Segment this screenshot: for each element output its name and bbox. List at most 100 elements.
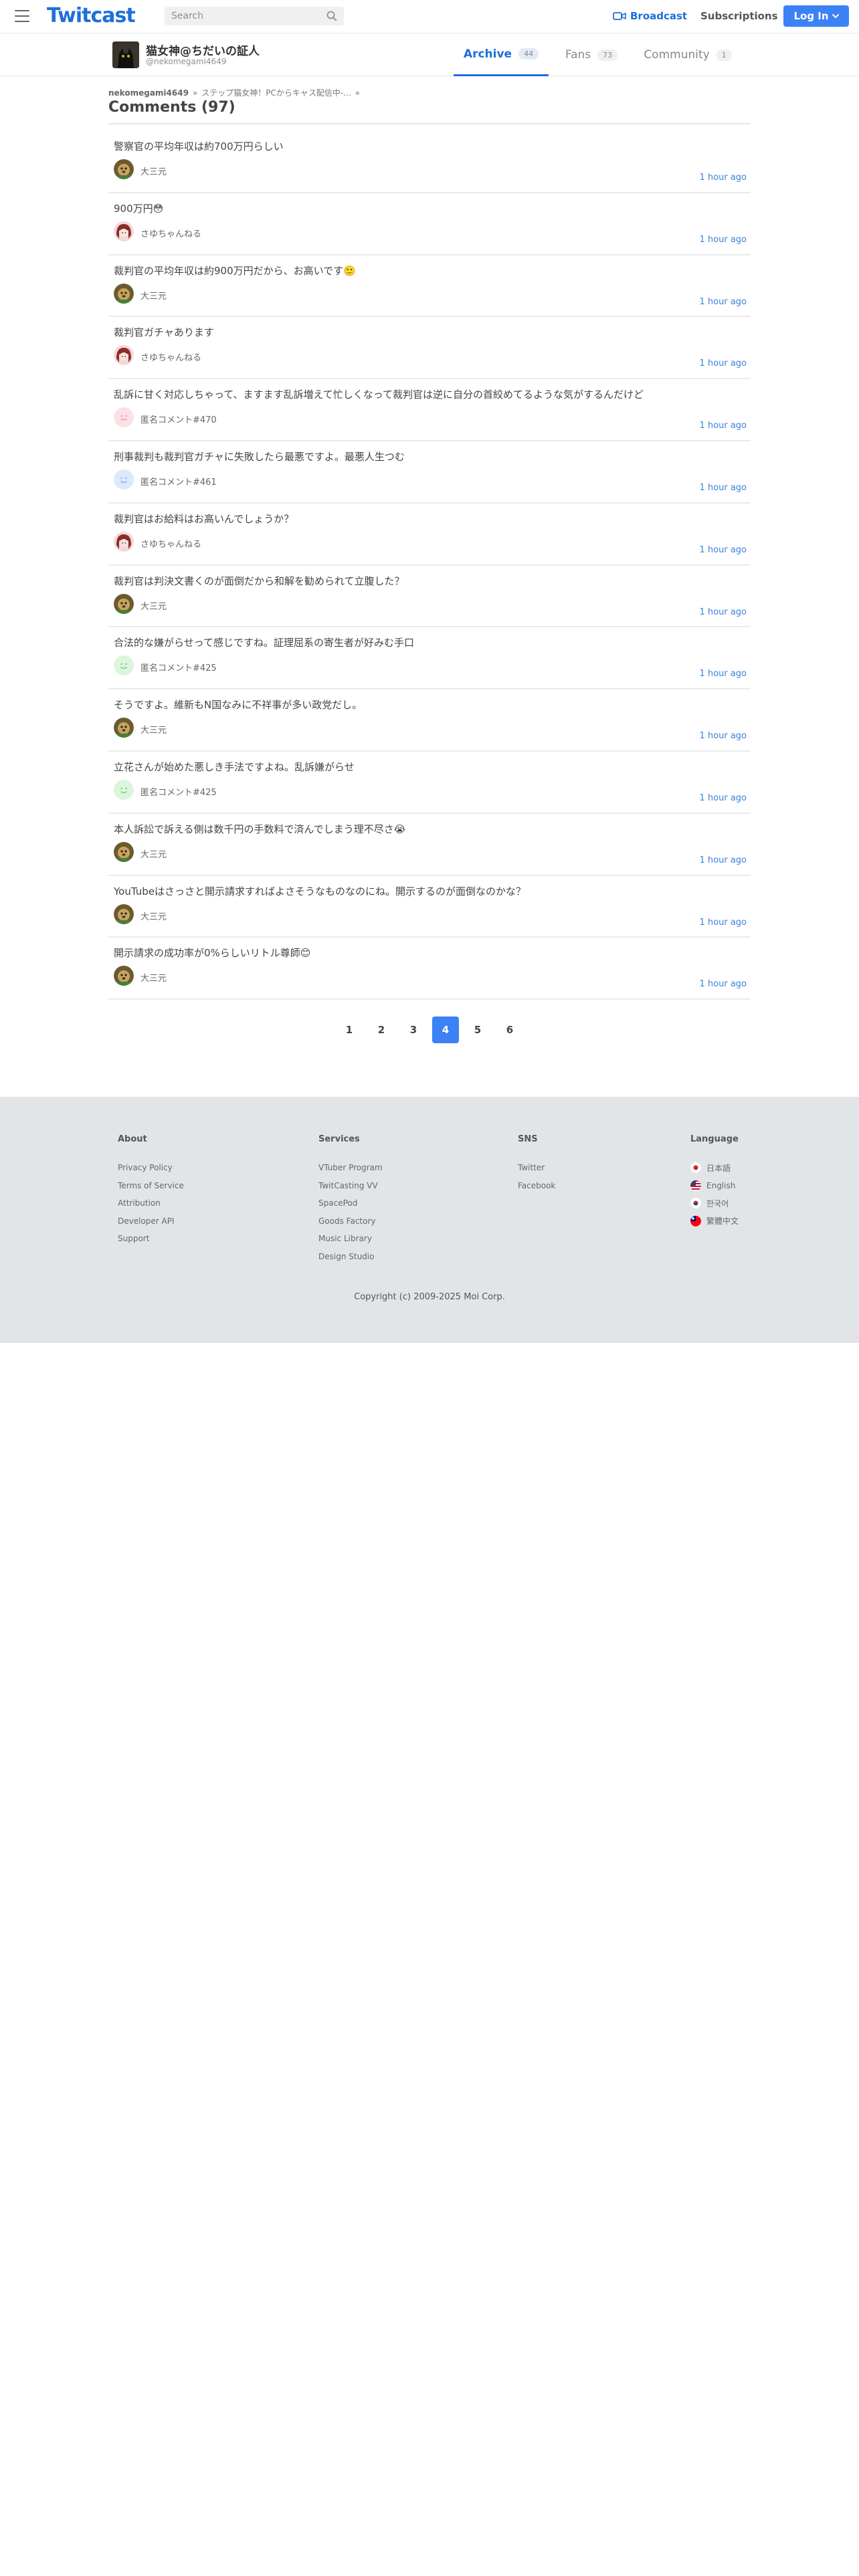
channel-name[interactable]: 猫女神@ちだいの証人 [146,41,260,58]
user-avatar[interactable] [114,407,134,428]
comment-username[interactable]: 匿名コメント#461 [140,475,217,488]
comment-timestamp[interactable]: 1 hour ago [700,918,747,928]
camera-icon [613,12,626,20]
comment-username[interactable]: 大三元 [140,909,167,922]
channel-avatar[interactable] [112,41,139,68]
tab-community[interactable]: Community 1 [634,33,741,76]
comment-username[interactable]: 匿名コメント#425 [140,661,217,673]
user-avatar[interactable] [114,903,134,924]
language-label: 한국어 [706,1198,729,1208]
footer-link[interactable]: TwitCasting VV [318,1177,383,1195]
language-option-zh[interactable]: 繁體中文 [690,1212,739,1230]
subscriptions-link[interactable]: Subscriptions [700,10,778,22]
footer-link[interactable]: Design Studio [318,1248,383,1266]
comment-text: 刑事裁判も裁判官ガチャに失敗したら最悪ですよ。最悪人生つむ [114,450,405,463]
language-label: 繁體中文 [706,1216,739,1226]
comment-timestamp[interactable]: 1 hour ago [700,421,747,431]
comment-username[interactable]: 大三元 [140,165,167,177]
user-avatar[interactable] [114,531,134,552]
footer-link[interactable]: VTuber Program [318,1159,383,1177]
korea-flag-icon [690,1198,701,1209]
footer-link[interactable]: Facebook [518,1177,555,1195]
comment-timestamp[interactable]: 1 hour ago [700,483,747,493]
page-button-1[interactable]: 1 [336,1016,363,1043]
comment-timestamp[interactable]: 1 hour ago [700,545,747,555]
comment-timestamp[interactable]: 1 hour ago [700,235,747,245]
login-button[interactable]: Log In [783,5,849,27]
broadcast-label: Broadcast [630,10,688,22]
comment-text: 裁判官はお給料はお高いんでしょうか？ [114,512,294,525]
user-avatar[interactable] [114,593,134,614]
login-label: Log In [793,10,829,22]
comment-timestamp[interactable]: 1 hour ago [700,855,747,865]
comment-text: 開示請求の成功率が0%らしいリトル尊師😊 [114,947,311,960]
tab-archive[interactable]: Archive 44 [454,33,549,76]
user-avatar[interactable] [114,221,134,241]
comment-username[interactable]: 大三元 [140,847,167,860]
footer-link[interactable]: Twitter [518,1159,555,1177]
profile-bar: 猫女神@ちだいの証人 @nekomegami4649 Archive 44 Fa… [0,33,859,76]
comment-username[interactable]: さゆちゃんねる [140,227,201,239]
user-avatar[interactable] [114,655,134,676]
breadcrumb-stream[interactable]: ステップ猫女神！PCからキャス配信中-... [201,87,351,98]
page-button-4[interactable]: 4 [432,1016,459,1043]
search-input[interactable] [165,7,318,25]
page-title: Comments (97) [108,99,235,116]
broadcast-link[interactable]: Broadcast [613,10,687,22]
comment-item: 合法的な嫌がらせって感じですね。証理屈系の寄生者が好みむ手口 匿名コメント#425… [108,627,751,690]
pagination: 123456 [0,1016,859,1043]
footer-link[interactable]: Developer API [118,1212,184,1230]
comment-text: YouTubeはさっさと開示請求すればよさそうなものなのにね。開示するのが面倒な… [114,885,527,897]
comment-item: 900万円😳 さゆちゃんねる 1 hour ago [108,193,751,255]
user-avatar[interactable] [114,841,134,862]
footer-link[interactable]: Support [118,1230,184,1248]
comment-username[interactable]: さゆちゃんねる [140,350,201,363]
page-button-6[interactable]: 6 [496,1016,523,1043]
comment-text: 警察官の平均年収は約700万円らしい [114,140,284,152]
comment-timestamp[interactable]: 1 hour ago [700,793,747,803]
user-avatar[interactable] [114,345,134,366]
copyright: Copyright (c) 2009-2025 Moi Corp. [354,1292,505,1302]
footer-link[interactable]: Terms of Service [118,1177,184,1195]
user-avatar[interactable] [114,779,134,800]
user-avatar[interactable] [114,718,134,738]
page-button-5[interactable]: 5 [464,1016,491,1043]
comment-timestamp[interactable]: 1 hour ago [700,979,747,989]
comment-timestamp[interactable]: 1 hour ago [700,607,747,617]
tab-label: Community [644,48,710,62]
user-avatar[interactable] [114,469,134,490]
page-button-2[interactable]: 2 [368,1016,395,1043]
comment-username[interactable]: 匿名コメント#470 [140,413,217,425]
language-option-ko[interactable]: 한국어 [690,1194,739,1212]
tab-fans[interactable]: Fans 73 [549,33,634,76]
comment-timestamp[interactable]: 1 hour ago [700,297,747,307]
comment-timestamp[interactable]: 1 hour ago [700,731,747,741]
user-avatar[interactable] [114,966,134,986]
comment-username[interactable]: 大三元 [140,289,167,302]
footer-link[interactable]: Privacy Policy [118,1159,184,1177]
footer-link[interactable]: Attribution [118,1194,184,1212]
footer-link[interactable]: Music Library [318,1230,383,1248]
search-box [165,7,344,25]
footer-link[interactable]: Goods Factory [318,1212,383,1230]
comment-username[interactable]: 匿名コメント#425 [140,785,217,798]
page-button-3[interactable]: 3 [400,1016,427,1043]
comment-item: 刑事裁判も裁判官ガチャに失敗したら最悪ですよ。最悪人生つむ匿名コメント#461 1… [108,441,751,504]
comment-timestamp[interactable]: 1 hour ago [700,669,747,679]
search-icon[interactable] [326,11,337,21]
language-option-en[interactable]: English [690,1177,739,1195]
comment-timestamp[interactable]: 1 hour ago [700,358,747,368]
comment-timestamp[interactable]: 1 hour ago [700,173,747,183]
comment-username[interactable]: 大三元 [140,723,167,736]
user-avatar[interactable] [114,283,134,304]
comment-username[interactable]: さゆちゃんねる [140,537,201,550]
user-avatar[interactable] [114,159,134,179]
language-option-ja[interactable]: 日本語 [690,1159,739,1177]
footer-link[interactable]: SpacePod [318,1194,383,1212]
menu-icon[interactable] [15,10,29,22]
breadcrumb-user[interactable]: nekomegami4649 [108,88,189,98]
comment-username[interactable]: 大三元 [140,599,167,612]
comment-item: 裁判官は判決文書くのが面倒だから和解を勧められて立腹した？ 大三元 1 hour a… [108,566,751,628]
site-logo[interactable]: Twitcast [47,4,136,27]
comment-username[interactable]: 大三元 [140,971,167,984]
